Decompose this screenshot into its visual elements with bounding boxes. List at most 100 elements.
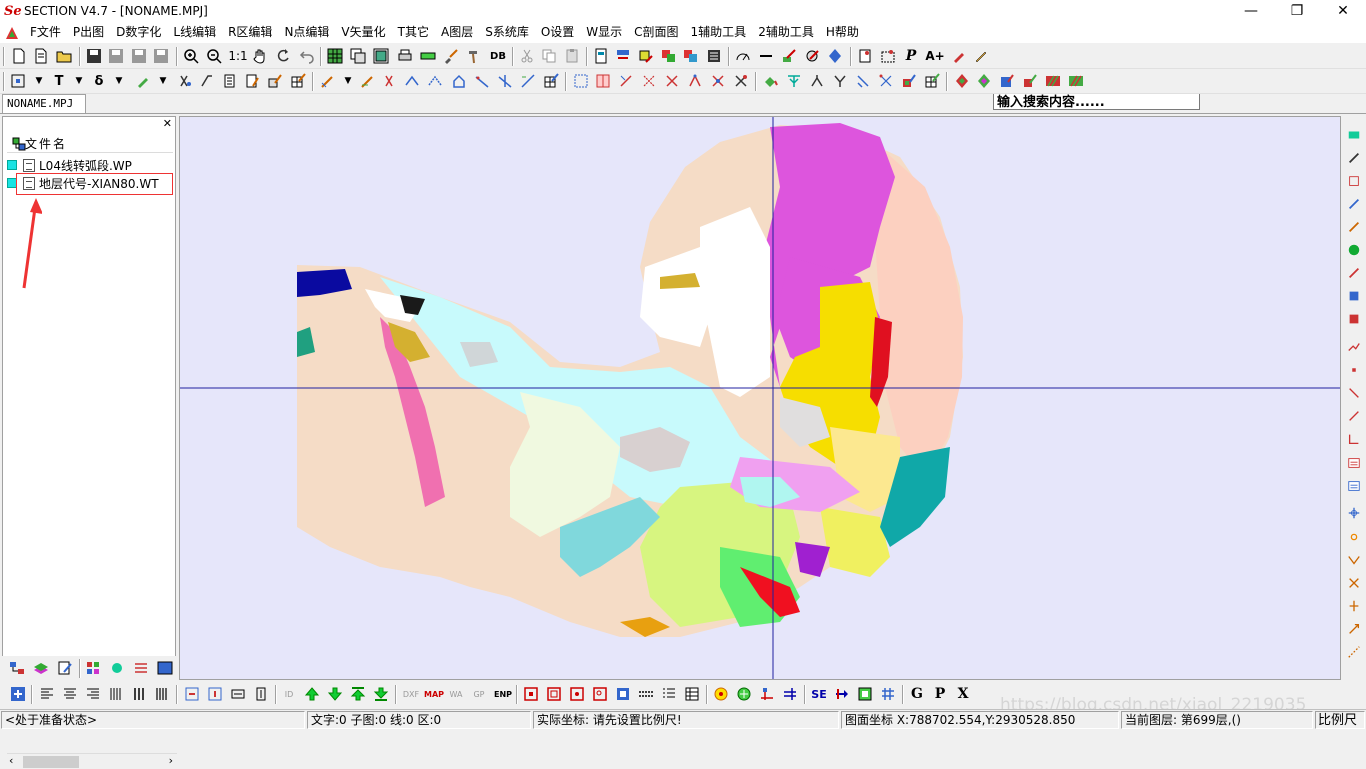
scroll-right-icon[interactable]: › [169,754,173,767]
layers-stack-icon[interactable] [32,659,50,677]
plr-icon[interactable] [614,47,632,65]
tree-tool-icon[interactable] [785,72,803,90]
menu-vectorize[interactable]: V矢量化 [335,22,391,43]
line-move-icon[interactable] [403,72,421,90]
wa-button[interactable]: WA [447,685,465,703]
frame-top-icon[interactable] [183,685,201,703]
region-node-icon[interactable] [686,72,704,90]
frame-red-2-icon[interactable] [545,685,563,703]
right-tool-5-icon[interactable] [1345,218,1363,236]
layer-properties-icon[interactable] [592,47,610,65]
menu-help[interactable]: H帮助 [820,22,865,43]
dash-line-icon[interactable] [637,685,655,703]
new-file-icon[interactable] [10,47,28,65]
menu-region-edit[interactable]: R区编辑 [222,22,278,43]
frame-blue-icon[interactable] [614,685,632,703]
save-all-icon[interactable] [130,47,148,65]
line-draw-icon[interactable] [319,72,337,90]
fill-edit-icon[interactable] [900,72,918,90]
distribute-v-icon[interactable] [130,685,148,703]
paste-icon[interactable] [563,47,581,65]
line-grid-icon[interactable] [542,72,560,90]
map-button[interactable]: MAP [423,685,445,703]
pattern-fill-icon[interactable] [1044,72,1062,90]
right-tool-16-icon[interactable] [1345,477,1363,495]
pattern-edit-icon[interactable] [1067,72,1085,90]
dropdown-arrow-icon[interactable]: ▼ [70,72,88,90]
scroll-left-icon[interactable]: ‹ [9,754,13,767]
right-tool-21-icon[interactable] [1345,597,1363,615]
align-center-icon[interactable] [61,685,79,703]
undo-icon[interactable] [298,47,316,65]
scale-button[interactable]: 比例尺 [1315,711,1365,729]
move-bottom-icon[interactable] [372,685,390,703]
right-tool-18-icon[interactable] [1345,528,1363,546]
print-icon[interactable] [396,47,414,65]
region-merge-icon[interactable] [709,72,727,90]
region-select-icon[interactable] [572,72,590,90]
hammer-icon[interactable] [465,47,483,65]
line-extend-icon[interactable] [473,72,491,90]
connect-tool-icon[interactable] [854,72,872,90]
line-join-icon[interactable] [496,72,514,90]
frame-tool-icon[interactable] [156,659,174,677]
menu-digitize[interactable]: D数字化 [110,22,167,43]
point-grid-icon[interactable] [289,72,307,90]
file-item[interactable]: L04线转弧段.WP [7,156,132,174]
menu-aux-tools-1[interactable]: 1辅助工具 [685,22,753,43]
close-icon[interactable]: ✕ [1320,0,1366,22]
right-tool-14-icon[interactable] [1345,430,1363,448]
brush-icon[interactable] [442,47,460,65]
point-text-icon[interactable] [243,72,261,90]
right-tool-15-icon[interactable] [1345,454,1363,472]
layer-list-icon[interactable] [705,47,723,65]
select-all-icon[interactable] [9,685,27,703]
right-tool-13-icon[interactable] [1345,407,1363,425]
grid-view-icon[interactable] [326,47,344,65]
split-tool-icon[interactable] [831,72,849,90]
area-edit-icon[interactable] [1021,72,1039,90]
dxf-button[interactable]: DXF [400,685,422,703]
grid-blue-icon[interactable] [879,685,897,703]
layer-edit-icon[interactable] [637,47,655,65]
dropdown-arrow-icon[interactable]: ▼ [110,72,128,90]
id-button[interactable]: ID [280,685,298,703]
point-attr-icon[interactable] [220,72,238,90]
line-cut-icon[interactable] [381,72,399,90]
right-tool-3-icon[interactable] [1345,172,1363,190]
right-tool-9-icon[interactable] [1345,310,1363,328]
region-delete-icon[interactable] [663,72,681,90]
right-tool-2-icon[interactable] [1345,149,1363,167]
open-folder-icon[interactable] [55,47,73,65]
zoom-out-icon[interactable] [205,47,223,65]
frame-red-1-icon[interactable] [522,685,540,703]
symbol-tool-button[interactable]: δ [90,72,108,90]
move-point-icon[interactable] [176,72,194,90]
copy-point-icon[interactable] [198,72,216,90]
right-tool-11-icon[interactable] [1345,361,1363,379]
database-button[interactable]: DB [487,47,509,65]
x-button[interactable]: X [954,685,972,703]
window-cascade-icon[interactable] [349,47,367,65]
fill-region-icon[interactable] [762,72,780,90]
g-button[interactable]: G [908,685,926,703]
zoom-in-icon[interactable] [182,47,200,65]
right-tool-1-icon[interactable] [1345,126,1363,144]
parameter-button[interactable]: P [902,47,920,65]
distribute-h-icon[interactable] [107,685,125,703]
right-tool-23-icon[interactable] [1345,643,1363,661]
menu-system-lib[interactable]: S系统库 [479,22,535,43]
copy-icon[interactable] [540,47,558,65]
move-top-icon[interactable] [349,685,367,703]
line-house-icon[interactable] [450,72,468,90]
circle-tool-icon[interactable] [108,659,126,677]
menu-layer[interactable]: A图层 [435,22,479,43]
split-line-icon[interactable] [781,685,799,703]
table-icon[interactable] [683,685,701,703]
ruler-icon[interactable] [419,47,437,65]
gp-button[interactable]: GP [470,685,488,703]
frame-green-icon[interactable] [856,685,874,703]
menu-section[interactable]: C剖面图 [628,22,684,43]
right-tool-20-icon[interactable] [1345,574,1363,592]
enp-button[interactable]: ENP [492,685,514,703]
